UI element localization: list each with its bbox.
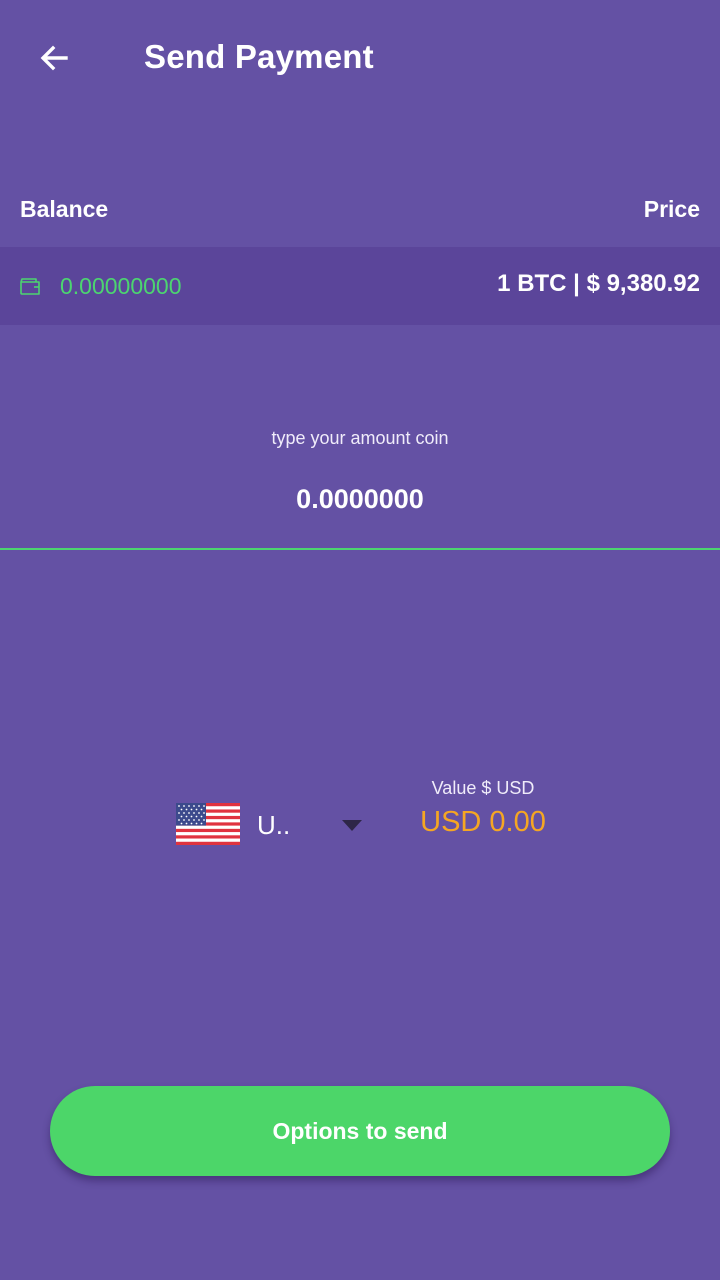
amount-underline xyxy=(0,548,720,550)
arrow-left-icon xyxy=(40,45,68,71)
usd-value: USD 0.00 xyxy=(420,806,546,838)
page-title: Send Payment xyxy=(144,38,374,75)
us-flag-icon xyxy=(176,803,240,845)
app-bar: Send Payment xyxy=(0,0,720,116)
value-label: Value $ USD xyxy=(431,778,535,798)
amount-hint: type your amount coin xyxy=(271,428,449,448)
balance-value: 0.00000000 xyxy=(60,273,182,299)
back-button[interactable] xyxy=(22,26,86,90)
btc-price-value: 1 BTC | $ 9,380.92 xyxy=(497,270,700,297)
balance-label: Balance xyxy=(20,196,109,222)
currency-code: U.. xyxy=(257,810,291,840)
amount-input[interactable] xyxy=(0,484,720,515)
chevron-down-icon xyxy=(342,820,362,831)
balance-row: 0.00000000 1 BTC | $ 9,380.92 xyxy=(0,247,720,325)
wallet-icon xyxy=(20,278,40,295)
summary-header: Balance Price xyxy=(0,190,720,234)
currency-dropdown[interactable]: U.. xyxy=(168,796,378,852)
price-label: Price xyxy=(643,196,700,222)
options-to-send-button[interactable]: Options to send xyxy=(50,1086,670,1176)
